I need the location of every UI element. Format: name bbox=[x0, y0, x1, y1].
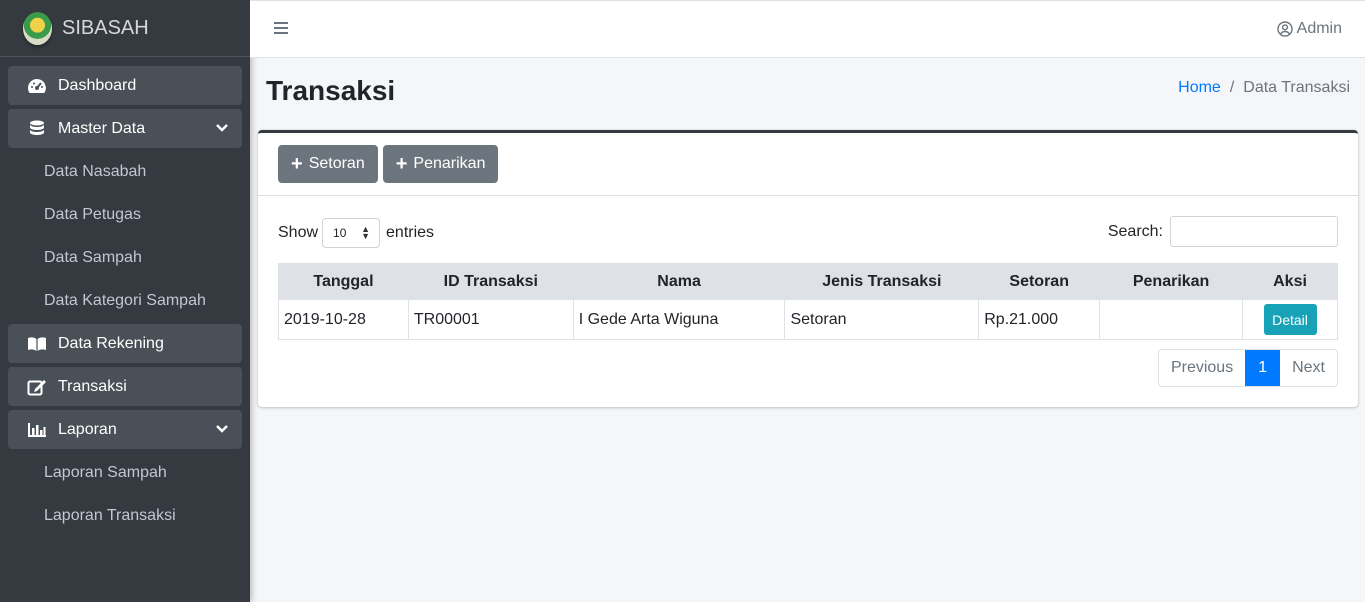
chevron-down-icon bbox=[216, 421, 228, 439]
sidebar-item-laporan[interactable]: Laporan bbox=[8, 410, 242, 449]
chevron-down-icon bbox=[216, 120, 228, 138]
column-header-setoran[interactable]: Setoran bbox=[978, 263, 1101, 300]
sidebar-item-transaksi[interactable]: Transaksi bbox=[8, 367, 242, 406]
sidebar-nav: Dashboard Master Data Data Nasabah Data … bbox=[0, 57, 250, 535]
cell-nama: I Gede Arta Wiguna bbox=[572, 299, 786, 340]
sidebar-item-data-nasabah[interactable]: Data Nasabah bbox=[8, 152, 242, 191]
add-penarikan-button[interactable]: + Penarikan bbox=[382, 145, 499, 183]
edit-icon bbox=[26, 377, 48, 397]
column-header-tanggal[interactable]: Tanggal bbox=[278, 263, 409, 300]
add-penarikan-label: Penarikan bbox=[413, 155, 486, 172]
book-icon bbox=[26, 334, 48, 354]
entries-label: entries bbox=[386, 224, 435, 241]
search-input[interactable] bbox=[1170, 216, 1338, 247]
entries-length-control: Show 10 ▲ ▼ entries bbox=[278, 218, 434, 248]
database-icon bbox=[26, 119, 48, 139]
sidebar: SIBASAH Dashboard Master Data Data Nasab… bbox=[0, 0, 250, 602]
search-control: Search: bbox=[1108, 216, 1338, 247]
show-label: Show bbox=[278, 224, 319, 241]
cell-jenis-transaksi: Setoran bbox=[784, 299, 980, 340]
detail-button[interactable]: Detail bbox=[1263, 304, 1317, 335]
sidebar-item-label: Dashboard bbox=[58, 76, 137, 94]
pagination-page-1[interactable]: 1 bbox=[1245, 350, 1281, 386]
user-menu[interactable]: Admin bbox=[1276, 20, 1342, 38]
table-row: 2019-10-28 TR00001 I Gede Arta Wiguna Se… bbox=[278, 299, 1338, 340]
cell-id-transaksi: TR00001 bbox=[407, 299, 574, 340]
page-title: Transaksi bbox=[266, 75, 396, 106]
hamburger-menu-icon[interactable] bbox=[274, 22, 288, 36]
sidebar-item-laporan-sampah[interactable]: Laporan Sampah bbox=[8, 453, 242, 492]
sidebar-item-label: Data Rekening bbox=[58, 334, 164, 352]
pagination-previous[interactable]: Previous bbox=[1159, 350, 1245, 386]
column-header-nama[interactable]: Nama bbox=[572, 263, 786, 300]
transaksi-card: + Setoran + Penarikan Show 10 ▲ ▼ entries… bbox=[258, 130, 1358, 407]
sidebar-item-data-rekening[interactable]: Data Rekening bbox=[8, 324, 242, 363]
top-navbar: Admin bbox=[250, 0, 1365, 58]
pagination: Previous 1 Next bbox=[1157, 349, 1338, 387]
column-header-id-transaksi[interactable]: ID Transaksi bbox=[407, 263, 574, 300]
column-header-aksi[interactable]: Aksi bbox=[1242, 263, 1338, 300]
sidebar-item-data-petugas[interactable]: Data Petugas bbox=[8, 195, 242, 234]
table-controls: Show 10 ▲ ▼ entries Search: bbox=[278, 216, 1338, 248]
cell-setoran: Rp.21.000 bbox=[978, 299, 1101, 340]
plus-icon: + bbox=[291, 153, 303, 175]
user-name: Admin bbox=[1296, 20, 1342, 37]
card-header: + Setoran + Penarikan bbox=[258, 133, 1358, 196]
brand-name: SIBASAH bbox=[62, 16, 149, 39]
add-setoran-label: Setoran bbox=[308, 155, 365, 172]
user-circle-icon bbox=[1276, 21, 1293, 37]
sidebar-item-label: Master Data bbox=[58, 119, 146, 137]
entries-select-value: 10 bbox=[333, 226, 347, 240]
sidebar-item-dashboard[interactable]: Dashboard bbox=[8, 66, 242, 105]
breadcrumb: Home / Data Transaksi bbox=[1178, 79, 1350, 97]
select-arrows-icon: ▲ ▼ bbox=[361, 224, 371, 241]
search-label: Search: bbox=[1107, 222, 1163, 240]
column-header-jenis-transaksi[interactable]: Jenis Transaksi bbox=[784, 263, 980, 300]
cell-aksi: Detail bbox=[1242, 299, 1338, 340]
pagination-next[interactable]: Next bbox=[1280, 350, 1337, 386]
sidebar-item-label: Transaksi bbox=[58, 377, 127, 395]
brand-link[interactable]: SIBASAH bbox=[0, 0, 250, 57]
breadcrumb-home-link[interactable]: Home bbox=[1178, 79, 1221, 97]
tachometer-icon bbox=[26, 76, 48, 96]
cell-tanggal: 2019-10-28 bbox=[278, 299, 409, 340]
breadcrumb-separator: / bbox=[1229, 79, 1235, 96]
sidebar-item-label: Laporan bbox=[58, 420, 117, 438]
transaksi-table: Tanggal ID Transaksi Nama Jenis Transaks… bbox=[278, 263, 1338, 340]
sidebar-item-laporan-transaksi[interactable]: Laporan Transaksi bbox=[8, 496, 242, 535]
plus-icon: + bbox=[395, 153, 408, 175]
sidebar-item-data-sampah[interactable]: Data Sampah bbox=[8, 238, 242, 277]
add-setoran-button[interactable]: + Setoran bbox=[278, 145, 378, 183]
breadcrumb-current: Data Transaksi bbox=[1243, 79, 1350, 96]
table-header-row: Tanggal ID Transaksi Nama Jenis Transaks… bbox=[278, 263, 1338, 300]
brand-logo bbox=[23, 11, 52, 45]
sidebar-item-data-kategori-sampah[interactable]: Data Kategori Sampah bbox=[8, 281, 242, 320]
column-header-penarikan[interactable]: Penarikan bbox=[1099, 263, 1244, 300]
chart-bar-icon bbox=[26, 420, 48, 440]
sidebar-item-master-data[interactable]: Master Data bbox=[8, 109, 242, 148]
cell-penarikan bbox=[1099, 299, 1244, 340]
entries-select[interactable]: 10 ▲ ▼ bbox=[322, 218, 381, 248]
